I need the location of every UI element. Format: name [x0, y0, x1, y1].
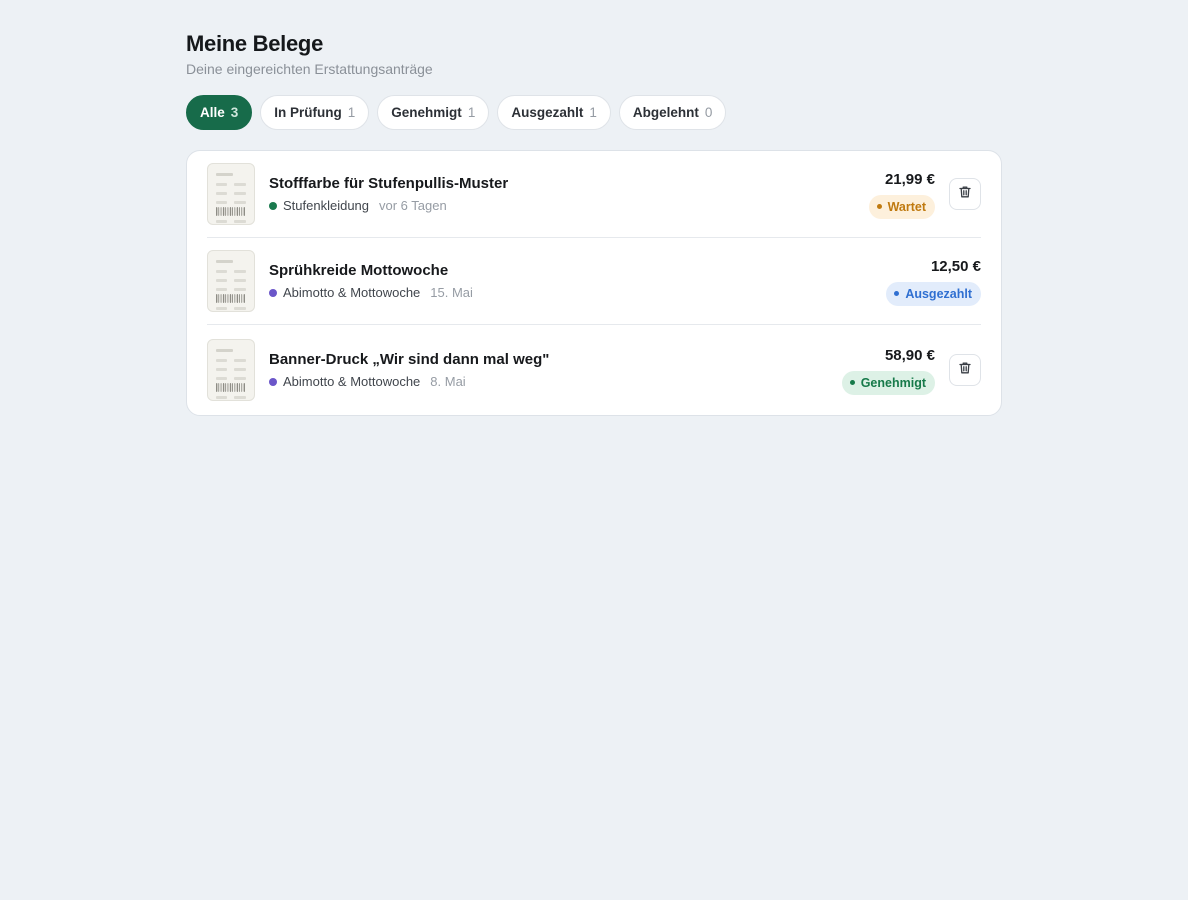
receipt-amount-status: 21,99 € Wartet — [868, 170, 935, 219]
receipt-meta: Abimotto & Mottowoche 15. Mai — [269, 285, 886, 301]
receipt-amount: 12,50 € — [930, 257, 981, 275]
receipt-thumbnail-icon — [207, 339, 255, 401]
filter-chip-count: 0 — [704, 105, 713, 120]
receipts-list: Stofffarbe für Stufenpullis-Muster Stufe… — [186, 150, 1002, 416]
status-label: Genehmigt — [860, 375, 926, 390]
filter-chip-label: Genehmigt — [391, 105, 462, 120]
receipt-date: 15. Mai — [430, 285, 473, 300]
status-label: Ausgezahlt — [905, 286, 972, 301]
filter-chip-ausgezahlt[interactable]: Ausgezahlt 1 — [497, 95, 611, 130]
receipt-row[interactable]: Banner-Druck „Wir sind dann mal weg" Abi… — [207, 325, 981, 415]
receipt-amount: 58,90 € — [884, 346, 935, 364]
status-badge: Ausgezahlt — [886, 281, 981, 306]
receipt-row[interactable]: Sprühkreide Mottowoche Abimotto & Mottow… — [207, 238, 981, 325]
receipt-title: Sprühkreide Mottowoche — [269, 262, 449, 279]
receipt-thumbnail-icon — [207, 250, 255, 312]
status-filter-bar: Alle 3 In Prüfung 1 Genehmigt 1 Ausgezah… — [186, 95, 1002, 130]
category-dot — [269, 202, 277, 210]
filter-chip-count: 1 — [467, 105, 476, 120]
page-title: Meine Belege — [186, 31, 324, 56]
filter-chip-label: Alle — [200, 105, 225, 120]
filter-chip-label: Ausgezahlt — [511, 105, 584, 120]
receipt-title: Stofffarbe für Stufenpullis-Muster — [269, 175, 509, 192]
filter-chip-count: 1 — [347, 105, 356, 120]
receipt-date: vor 6 Tagen — [379, 198, 447, 213]
delete-button[interactable] — [949, 178, 981, 210]
filter-chip-count: 1 — [589, 105, 597, 120]
status-badge: Wartet — [868, 194, 935, 219]
filter-chip-label: Abgelehnt — [632, 105, 699, 120]
filter-chip-abgelehnt[interactable]: Abgelehnt 0 — [618, 95, 727, 130]
receipt-info: Sprühkreide Mottowoche Abimotto & Mottow… — [269, 261, 886, 301]
page-subtitle: Deine eingereichten Erstattungsanträge — [186, 61, 433, 77]
receipt-category: Abimotto & Mottowoche — [283, 374, 421, 389]
receipt-amount: 21,99 € — [884, 170, 935, 188]
filter-chip-alle[interactable]: Alle 3 — [186, 95, 253, 130]
receipt-amount-status: 12,50 € Ausgezahlt — [886, 257, 981, 306]
status-dot — [849, 380, 855, 385]
receipt-thumbnail-icon — [207, 163, 255, 225]
receipt-row[interactable]: Stofffarbe für Stufenpullis-Muster Stufe… — [207, 151, 981, 238]
trash-icon — [958, 185, 972, 204]
receipts-page: Meine Belege Deine eingereichten Erstatt… — [186, 30, 1002, 416]
category-dot — [269, 378, 277, 386]
category-dot — [269, 289, 277, 297]
receipt-category: Abimotto & Mottowoche — [283, 285, 421, 300]
filter-chip-label: In Prüfung — [274, 105, 342, 120]
receipt-category: Stufenkleidung — [283, 198, 370, 213]
receipt-title: Banner-Druck „Wir sind dann mal weg" — [269, 351, 550, 368]
receipt-meta: Abimotto & Mottowoche 8. Mai — [269, 374, 842, 390]
filter-chip-in-pruefung[interactable]: In Prüfung 1 — [260, 95, 370, 130]
receipt-amount-status: 58,90 € Genehmigt — [841, 346, 935, 395]
status-dot — [876, 204, 882, 209]
filter-chip-count: 3 — [230, 105, 239, 120]
status-badge: Genehmigt — [841, 370, 935, 395]
receipt-info: Banner-Druck „Wir sind dann mal weg" Abi… — [269, 350, 842, 390]
filter-chip-genehmigt[interactable]: Genehmigt 1 — [377, 95, 490, 130]
delete-button[interactable] — [949, 354, 981, 386]
receipt-meta: Stufenkleidung vor 6 Tagen — [269, 198, 869, 214]
trash-icon — [958, 361, 972, 380]
status-label: Wartet — [887, 199, 926, 214]
status-dot — [894, 291, 900, 296]
receipt-date: 8. Mai — [430, 374, 466, 389]
receipt-info: Stofffarbe für Stufenpullis-Muster Stufe… — [269, 174, 869, 214]
